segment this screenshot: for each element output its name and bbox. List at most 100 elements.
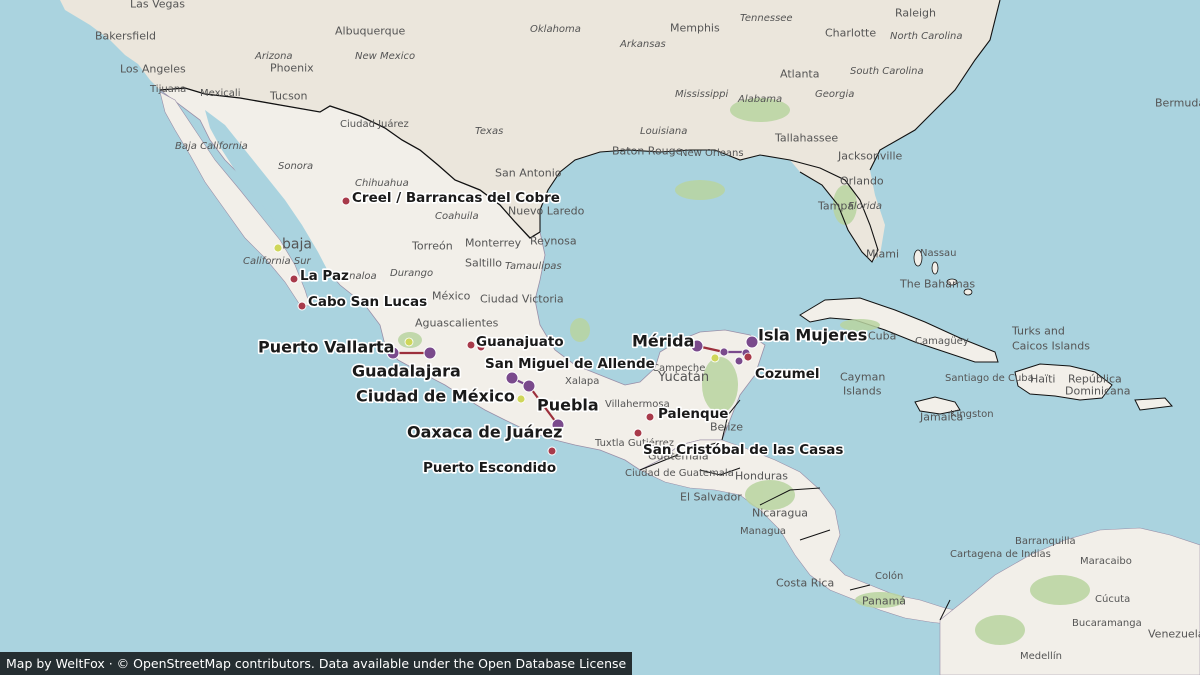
marker-label-oaxaca-de-juarez[interactable]: Oaxaca de Juárez — [405, 421, 564, 443]
marker-label-creel-barrancas-del-cobre[interactable]: Creel / Barrancas del Cobre — [350, 188, 561, 207]
basemap-label-yucatan: Yucatán — [657, 370, 709, 385]
marker-label-guadalajara[interactable]: Guadalajara — [350, 360, 462, 382]
marker-label-san-miguel-de-allende[interactable]: San Miguel de Allende — [483, 354, 656, 373]
marker-puebla[interactable] — [522, 379, 536, 393]
basemap-label-chihuahua: Chihuahua — [355, 178, 409, 189]
map-svg[interactable]: Las Vegas Bakersfield Los Angeles Tijuana Me… — [0, 0, 1200, 675]
marker-puerto-escondido[interactable] — [547, 446, 557, 456]
marker-label-puerto-vallarta[interactable]: Puerto Vallarta — [256, 336, 396, 358]
marker-ciudad-de-mexico[interactable] — [505, 371, 519, 385]
marker-label-la-paz[interactable]: La Paz — [298, 266, 350, 285]
basemap-label-san-antonio: San Antonio — [495, 166, 562, 179]
basemap-label-phoenix: Phoenix — [270, 61, 314, 74]
basemap-label-baja: baja — [282, 237, 312, 253]
basemap-label-cartagena: Cartagena de Indias — [950, 549, 1051, 560]
map-marker-dot[interactable] — [273, 243, 283, 253]
basemap-label-turks: Turks and — [1011, 324, 1065, 337]
marker-label-isla-mujeres[interactable]: Isla Mujeres — [756, 324, 868, 346]
basemap-label-kingston: Kingston — [950, 409, 994, 420]
marker-label-merida[interactable]: Mérida — [630, 330, 696, 352]
basemap-label-venezuela: Venezuela — [1148, 627, 1200, 640]
basemap-label-the-bahamas: The Bahamas — [899, 277, 975, 290]
basemap-label-new-orleans: New Orleans — [680, 148, 744, 159]
map-marker-dot[interactable] — [404, 337, 414, 347]
basemap-label-coahuila: Coahuila — [435, 211, 479, 222]
map-marker-dot[interactable] — [516, 394, 526, 404]
marker-isla-mujeres[interactable] — [745, 335, 759, 349]
basemap-label-tennessee: Tennessee — [740, 13, 793, 24]
basemap-label-raleigh: Raleigh — [895, 6, 936, 19]
basemap-label-alabama: Alabama — [737, 94, 782, 105]
basemap-label-reynosa: Reynosa — [530, 234, 577, 247]
marker-label-cabo-san-lucas[interactable]: Cabo San Lucas — [306, 292, 428, 311]
basemap-label-tallahassee: Tallahassee — [774, 131, 838, 144]
basemap-label-cucuta: Cúcuta — [1095, 593, 1130, 605]
basemap-label-new-mexico: New Mexico — [355, 51, 415, 62]
basemap-label-tampa: Tampa — [817, 199, 854, 212]
marker-la-paz[interactable] — [289, 274, 299, 284]
basemap-label-los-angeles: Los Angeles — [120, 62, 186, 75]
basemap-label-las-vegas: Las Vegas — [130, 0, 185, 10]
marker-san-cristobal-de-las-casas[interactable] — [633, 428, 643, 438]
marker-label-puebla[interactable]: Puebla — [535, 394, 600, 416]
map-marker-dot[interactable] — [743, 352, 753, 362]
marker-label-palenque[interactable]: Palenque — [656, 404, 730, 423]
basemap-label-albuquerque: Albuquerque — [335, 24, 406, 37]
basemap-label-caicos: Caicos Islands — [1012, 339, 1090, 352]
basemap-label-barranquilla: Barranquilla — [1015, 536, 1076, 547]
basemap-label-veracruz: Xalapa — [565, 376, 599, 387]
basemap-label-dominicana: Dominicana — [1065, 384, 1131, 397]
marker-label-ciudad-de-mexico[interactable]: Ciudad de México — [354, 385, 516, 407]
basemap-label-louisiana: Louisiana — [640, 126, 687, 137]
basemap-label-durango: Durango — [390, 268, 433, 279]
basemap-label-panama: Panamá — [862, 594, 906, 607]
marker-guadalajara[interactable] — [423, 346, 437, 360]
basemap-label-georgia: Georgia — [815, 89, 854, 100]
marker-label-cozumel[interactable]: Cozumel — [753, 364, 821, 383]
marker-label-san-cristobal-de-las-casas[interactable]: San Cristóbal de las Casas — [641, 440, 845, 459]
basemap-label-bucaramanga: Bucaramanga — [1072, 618, 1142, 629]
basemap-label-south-carolina: South Carolina — [850, 66, 924, 77]
basemap-label-cayman: Cayman — [840, 370, 885, 383]
basemap-label-sonora: Sonora — [278, 161, 313, 172]
basemap-label-mississippi: Mississippi — [675, 89, 728, 100]
map-marker-dot[interactable] — [719, 347, 729, 357]
basemap-label-santiago-de-cuba: Santiago de Cuba — [945, 373, 1034, 384]
basemap-label-ciudad-juarez: Ciudad Juárez — [340, 118, 409, 130]
basemap-label-ciudad-victoria: Ciudad Victoria — [480, 292, 564, 305]
basemap-label-saltillo: Saltillo — [465, 256, 502, 269]
basemap-label-nuevo-laredo: Nuevo Laredo — [508, 204, 585, 217]
marker-palenque[interactable] — [645, 412, 655, 422]
basemap-label-tucson: Tucson — [269, 89, 308, 102]
basemap-label-oklahoma: Oklahoma — [530, 24, 581, 35]
marker-label-puerto-escondido[interactable]: Puerto Escondido — [421, 458, 557, 477]
basemap-label-mexico-country: México — [432, 289, 471, 302]
basemap-label-north-carolina: North Carolina — [890, 31, 963, 42]
marker-guanajuato[interactable] — [466, 340, 476, 350]
marker-cozumel[interactable] — [734, 356, 744, 366]
basemap-label-el-salvador: El Salvador — [680, 490, 742, 503]
basemap-label-managua: Managua — [740, 526, 786, 537]
basemap-label-jacksonville: Jacksonville — [837, 149, 903, 162]
marker-cabo-san-lucas[interactable] — [297, 301, 307, 311]
basemap-label-ciudad-guatemala: Ciudad de Guatemala — [625, 468, 734, 479]
basemap-label-arizona: Arizona — [254, 51, 293, 62]
map-attribution[interactable]: Map by WeltFox · © OpenStreetMap contrib… — [0, 652, 633, 675]
basemap-label-haiti: Haïti — [1030, 372, 1055, 385]
basemap-label-camaguey: Camagüey — [915, 336, 969, 347]
basemap-label-memphis: Memphis — [670, 21, 720, 34]
basemap-label-charlotte: Charlotte — [825, 26, 876, 39]
basemap-label-arkansas: Arkansas — [619, 39, 666, 50]
basemap-label-baja-california: Baja California — [175, 141, 248, 152]
basemap-label-baton-rouge: Baton Rouge — [612, 144, 683, 157]
marker-label-guanajuato[interactable]: Guanajuato — [474, 332, 565, 351]
basemap-label-colon: Colón — [875, 570, 903, 582]
marker-creel-barrancas-del-cobre[interactable] — [341, 196, 351, 206]
map-canvas[interactable]: Las Vegas Bakersfield Los Angeles Tijuana Me… — [0, 0, 1200, 675]
basemap-label-bakersfield: Bakersfield — [95, 29, 156, 42]
basemap-label-nassau: Nassau — [920, 248, 957, 259]
basemap-label-monterrey: Monterrey — [465, 236, 522, 249]
map-marker-dot[interactable] — [710, 353, 720, 363]
basemap-label-tijuana: Tijuana — [149, 84, 186, 95]
basemap-label-maracaibo: Maracaibo — [1080, 556, 1132, 567]
